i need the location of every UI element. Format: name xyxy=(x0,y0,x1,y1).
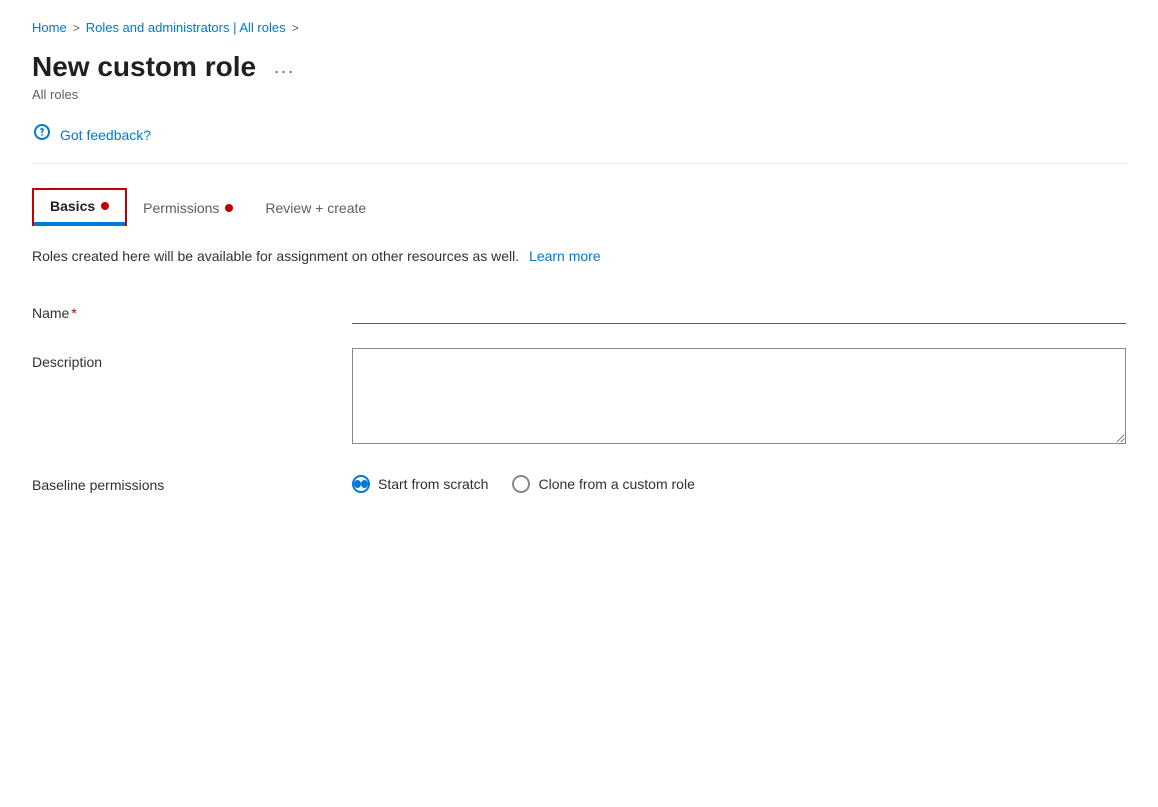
breadcrumb-sep-1: > xyxy=(73,21,80,35)
breadcrumb-roles[interactable]: Roles and administrators | All roles xyxy=(86,20,286,35)
radio-scratch-label: Start from scratch xyxy=(378,476,488,492)
baseline-control-wrap: Start from scratch Clone from a custom r… xyxy=(352,471,1126,493)
radio-clone-circle xyxy=(512,475,530,493)
tabs-container: Basics Permissions Review + create xyxy=(32,188,1126,226)
radio-clone-label: Clone from a custom role xyxy=(538,476,694,492)
tab-basics[interactable]: Basics xyxy=(32,188,127,226)
feedback-link[interactable]: Got feedback? xyxy=(60,127,151,143)
form-section: Name* Description Baseline permissions S… xyxy=(32,299,1126,517)
breadcrumb: Home > Roles and administrators | All ro… xyxy=(32,20,1126,35)
name-required-star: * xyxy=(71,305,76,321)
info-text: Roles created here will be available for… xyxy=(32,248,519,264)
name-control-wrap xyxy=(352,299,1126,324)
description-textarea[interactable] xyxy=(352,348,1126,444)
baseline-radio-group: Start from scratch Clone from a custom r… xyxy=(352,471,1126,493)
name-input[interactable] xyxy=(352,299,1126,324)
tab-basics-label: Basics xyxy=(50,198,95,214)
radio-scratch-circle xyxy=(352,475,370,493)
tab-basics-error-badge xyxy=(101,202,109,210)
description-form-row: Description xyxy=(32,348,1126,447)
name-label: Name* xyxy=(32,299,352,321)
page-title: New custom role xyxy=(32,51,256,83)
page-subtitle: All roles xyxy=(32,87,1126,102)
radio-scratch[interactable]: Start from scratch xyxy=(352,475,488,493)
tab-review[interactable]: Review + create xyxy=(249,192,382,226)
learn-more-link[interactable]: Learn more xyxy=(529,248,601,264)
description-label: Description xyxy=(32,348,352,370)
tab-permissions[interactable]: Permissions xyxy=(127,192,249,226)
breadcrumb-home[interactable]: Home xyxy=(32,20,67,35)
more-options-button[interactable]: ... xyxy=(268,55,301,80)
baseline-form-row: Baseline permissions Start from scratch … xyxy=(32,471,1126,493)
feedback-icon xyxy=(32,122,52,147)
tab-review-label: Review + create xyxy=(265,200,366,216)
tab-permissions-label: Permissions xyxy=(143,200,219,216)
name-form-row: Name* xyxy=(32,299,1126,324)
radio-clone[interactable]: Clone from a custom role xyxy=(512,475,694,493)
breadcrumb-sep-2: > xyxy=(292,21,299,35)
page-title-row: New custom role ... xyxy=(32,51,1126,83)
baseline-label: Baseline permissions xyxy=(32,471,352,493)
info-bar: Roles created here will be available for… xyxy=(32,246,1126,267)
feedback-bar: Got feedback? xyxy=(32,122,1126,164)
tab-permissions-error-badge xyxy=(225,204,233,212)
description-control-wrap xyxy=(352,348,1126,447)
